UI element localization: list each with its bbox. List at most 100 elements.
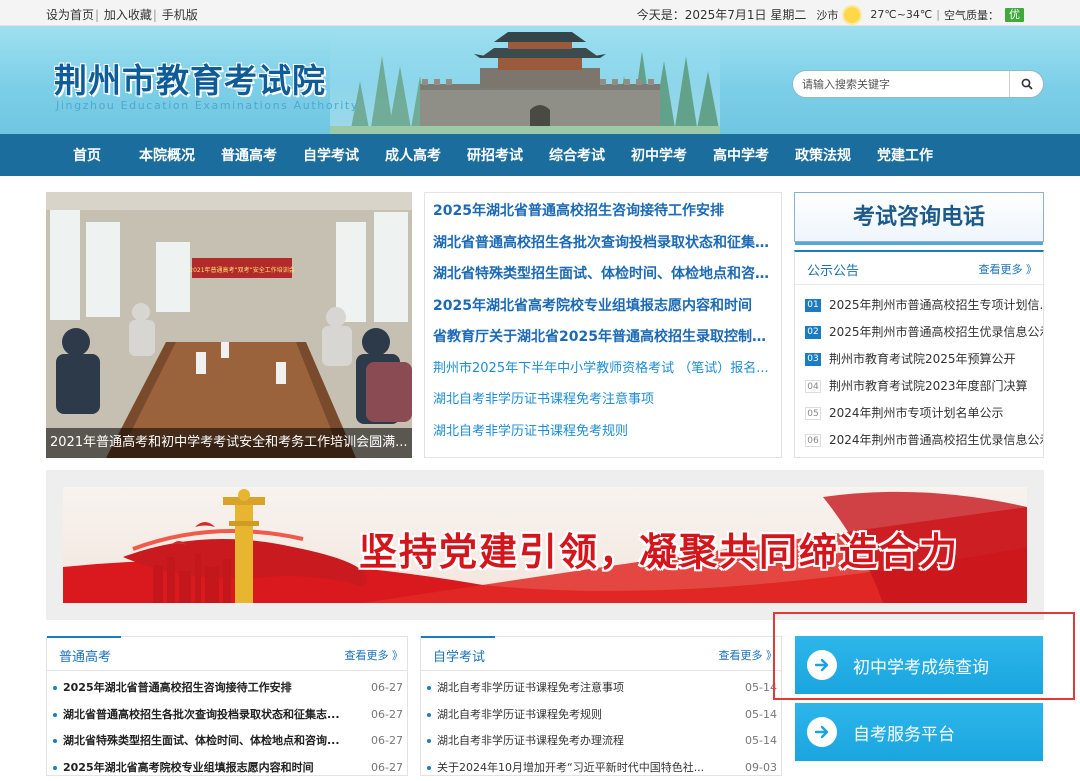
bullet-icon <box>427 713 431 717</box>
search-icon <box>1021 78 1033 90</box>
list-item-date: 06-27 <box>365 728 403 755</box>
city-name: 沙市 <box>816 7 838 23</box>
notice-more-link[interactable]: 查看更多 》 <box>979 261 1038 277</box>
list-item[interactable]: 湖北自考非学历证书课程免考注意事项05-14 <box>427 675 777 702</box>
nav-comprehensive-exam[interactable]: 综合考试 <box>536 145 618 165</box>
list-item-date: 06-27 <box>365 702 403 729</box>
site-logo-subtitle: Jingzhou Education Examinations Authorit… <box>56 99 359 112</box>
service-label: 自考服务平台 <box>853 720 955 745</box>
sun-icon <box>844 7 860 23</box>
nav-party-building[interactable]: 党建工作 <box>864 145 946 165</box>
bullet-icon <box>53 739 57 743</box>
main-nav: 首页 本院概况 普通高考 自学考试 成人高考 研招考试 综合考试 初中学考 高中… <box>0 134 1080 176</box>
city-gate-illustration <box>330 26 720 134</box>
notice-title: 公示公告 <box>807 260 859 279</box>
nav-about[interactable]: 本院概况 <box>126 145 208 165</box>
bullet-icon <box>427 686 431 690</box>
notice-number: 03 <box>805 353 821 366</box>
list-item[interactable]: 湖北省特殊类型招生面试、体检时间、体检地点和咨询...06-27 <box>53 728 403 755</box>
temperature-text: 27℃~34℃ <box>870 8 932 21</box>
bullet-icon <box>53 686 57 690</box>
mobile-version-link[interactable]: 手机版 <box>162 8 198 22</box>
notice-panel: 公示公告 查看更多 》 01 2025年荆州市普通高校招生专项计划信... 02 2… <box>794 250 1044 458</box>
notice-item[interactable]: 01 2025年荆州市普通高校招生专项计划信... <box>805 292 1043 319</box>
notice-number: 05 <box>805 407 821 420</box>
notice-item[interactable]: 06 2024年荆州市普通高校招生优录信息公示 <box>805 427 1043 454</box>
notice-text: 荆州市教育考试院2025年预算公开 <box>829 346 1016 373</box>
arrow-right-icon <box>807 717 837 747</box>
headline-item[interactable]: 荆州市2025年下半年中小学教师资格考试 （笔试）报名... <box>433 357 773 389</box>
nav-self-study-exam[interactable]: 自学考试 <box>290 145 372 165</box>
arrow-right-icon <box>807 650 837 680</box>
list-item[interactable]: 2025年湖北省普通高校招生咨询接待工作安排06-27 <box>53 675 403 702</box>
headline-item[interactable]: 2025年湖北省高考院校专业组填报志愿内容和时间 <box>433 294 773 326</box>
notice-text: 2025年荆州市普通高校招生专项计划信... <box>829 292 1043 319</box>
notice-number: 06 <box>805 434 821 447</box>
notice-number: 01 <box>805 299 821 312</box>
gaokao-more-link[interactable]: 查看更多 》 <box>345 647 404 663</box>
notice-text: 2024年荆州市专项计划名单公示 <box>829 400 1004 427</box>
set-homepage-link[interactable]: 设为首页 <box>46 8 94 22</box>
list-item[interactable]: 湖北自考非学历证书课程免考办理流程05-14 <box>427 728 777 755</box>
party-building-banner[interactable]: 坚持党建引领，凝聚共同缔造合力 <box>63 487 1027 603</box>
notice-number: 02 <box>805 326 821 339</box>
list-item-date: 05-14 <box>739 675 777 702</box>
gaokao-column-header: 普通高考 查看更多 》 <box>47 637 407 671</box>
list-item-date: 06-27 <box>365 675 403 702</box>
meeting-screen-text: 2021年普通高考“双考”安全工作培训会 <box>189 266 295 274</box>
gaokao-list: 2025年湖北省普通高校招生咨询接待工作安排06-27 湖北省普通高校招生各批次… <box>47 671 407 781</box>
list-item[interactable]: 湖北自考非学历证书课程免考规则05-14 <box>427 702 777 729</box>
nav-junior-exam[interactable]: 初中学考 <box>618 145 700 165</box>
headline-item[interactable]: 湖北自考非学历证书课程免考注意事项 <box>433 388 773 420</box>
self-study-list: 湖北自考非学历证书课程免考注意事项05-14 湖北自考非学历证书课程免考规则05… <box>421 671 781 781</box>
notice-item[interactable]: 02 2025年荆州市普通高校招生优录信息公示 <box>805 319 1043 346</box>
notice-item[interactable]: 03 荆州市教育考试院2025年预算公开 <box>805 346 1043 373</box>
list-item[interactable]: 湖北省普通高校招生各批次查询投档录取状态和征集志...06-27 <box>53 702 403 729</box>
notice-item[interactable]: 04荆州市教育考试院2023年度部门决算 <box>805 373 1043 400</box>
service-label: 初中学考成绩查询 <box>853 653 989 678</box>
headline-item[interactable]: 湖北省普通高校招生各批次查询投档录取状态和征集志... <box>433 231 773 263</box>
top-links: 设为首页| 加入收藏| 手机版 <box>46 6 198 23</box>
bullet-icon <box>427 739 431 743</box>
self-study-platform-button[interactable]: 自考服务平台 <box>795 703 1043 761</box>
site-logo-title[interactable]: 荆州市教育考试院 <box>54 54 326 102</box>
nav-gaokao[interactable]: 普通高考 <box>208 145 290 165</box>
exam-hotline-banner[interactable]: 考试咨询电话 <box>794 192 1044 242</box>
list-item-title: 湖北省特殊类型招生面试、体检时间、体检地点和咨询... <box>63 728 365 755</box>
headline-item[interactable]: 湖北自考非学历证书课程免考规则 <box>433 420 773 452</box>
self-study-column-header: 自学考试 查看更多 》 <box>421 637 781 671</box>
notice-list: 01 2025年荆州市普通高校招生专项计划信... 02 2025年荆州市普通高校招… <box>795 285 1043 454</box>
headline-item[interactable]: 省教育厅关于湖北省2025年普通高校招生录取控制分数... <box>433 325 773 357</box>
add-favorite-link[interactable]: 加入收藏 <box>104 8 152 22</box>
list-item-title: 湖北自考非学历证书课程免考规则 <box>437 702 739 729</box>
nav-policy[interactable]: 政策法规 <box>782 145 864 165</box>
list-item-date: 05-14 <box>739 702 777 729</box>
date-text: 今天是：2025年7月1日 星期二 <box>637 6 807 23</box>
list-item-title: 湖北自考非学历证书课程免考办理流程 <box>437 728 739 755</box>
notice-text: 2025年荆州市普通高校招生优录信息公示 <box>829 319 1043 346</box>
search-input[interactable] <box>793 71 1007 97</box>
gaokao-column: 普通高考 查看更多 》 2025年湖北省普通高校招生咨询接待工作安排06-27 … <box>46 636 408 776</box>
headline-item[interactable]: 2025年湖北省普通高校招生咨询接待工作安排 <box>433 199 773 231</box>
list-item-title: 湖北自考非学历证书课程免考注意事项 <box>437 675 739 702</box>
self-study-column-title: 自学考试 <box>433 646 485 665</box>
nav-senior-exam[interactable]: 高中学考 <box>700 145 782 165</box>
top-bar: 设为首页| 加入收藏| 手机版 今天是：2025年7月1日 星期二 沙市 27℃… <box>0 0 1080 26</box>
junior-exam-score-button[interactable]: 初中学考成绩查询 <box>795 636 1043 694</box>
search-button[interactable] <box>1009 71 1043 97</box>
nav-home[interactable]: 首页 <box>48 145 126 165</box>
headline-item[interactable]: 湖北省特殊类型招生面试、体检时间、体检地点和咨询... <box>433 262 773 294</box>
list-item-date: 05-14 <box>739 728 777 755</box>
self-study-column: 自学考试 查看更多 》 湖北自考非学历证书课程免考注意事项05-14 湖北自考非… <box>420 636 782 776</box>
list-item-title: 湖北省普通高校招生各批次查询投档录取状态和征集志... <box>63 702 365 729</box>
notice-item[interactable]: 05 2024年荆州市专项计划名单公示 <box>805 400 1043 427</box>
nav-graduate-exam[interactable]: 研招考试 <box>454 145 536 165</box>
notice-text: 2024年荆州市普通高校招生优录信息公示 <box>829 427 1043 454</box>
news-photo-slider[interactable]: 2021年普通高考“双考”安全工作培训会 2021年普通高考和初中学考考试安全和… <box>46 192 412 458</box>
search-box <box>792 70 1044 98</box>
photo-caption[interactable]: 2021年普通高考和初中学考考试安全和考务工作培训会圆满... <box>46 428 412 458</box>
weather-info: 今天是：2025年7月1日 星期二 沙市 27℃~34℃ | 空气质量： 优 <box>637 6 1024 23</box>
banner-slogan: 坚持党建引领，凝聚共同缔造合力 <box>359 521 959 576</box>
nav-adult-exam[interactable]: 成人高考 <box>372 145 454 165</box>
self-study-more-link[interactable]: 查看更多 》 <box>719 647 778 663</box>
